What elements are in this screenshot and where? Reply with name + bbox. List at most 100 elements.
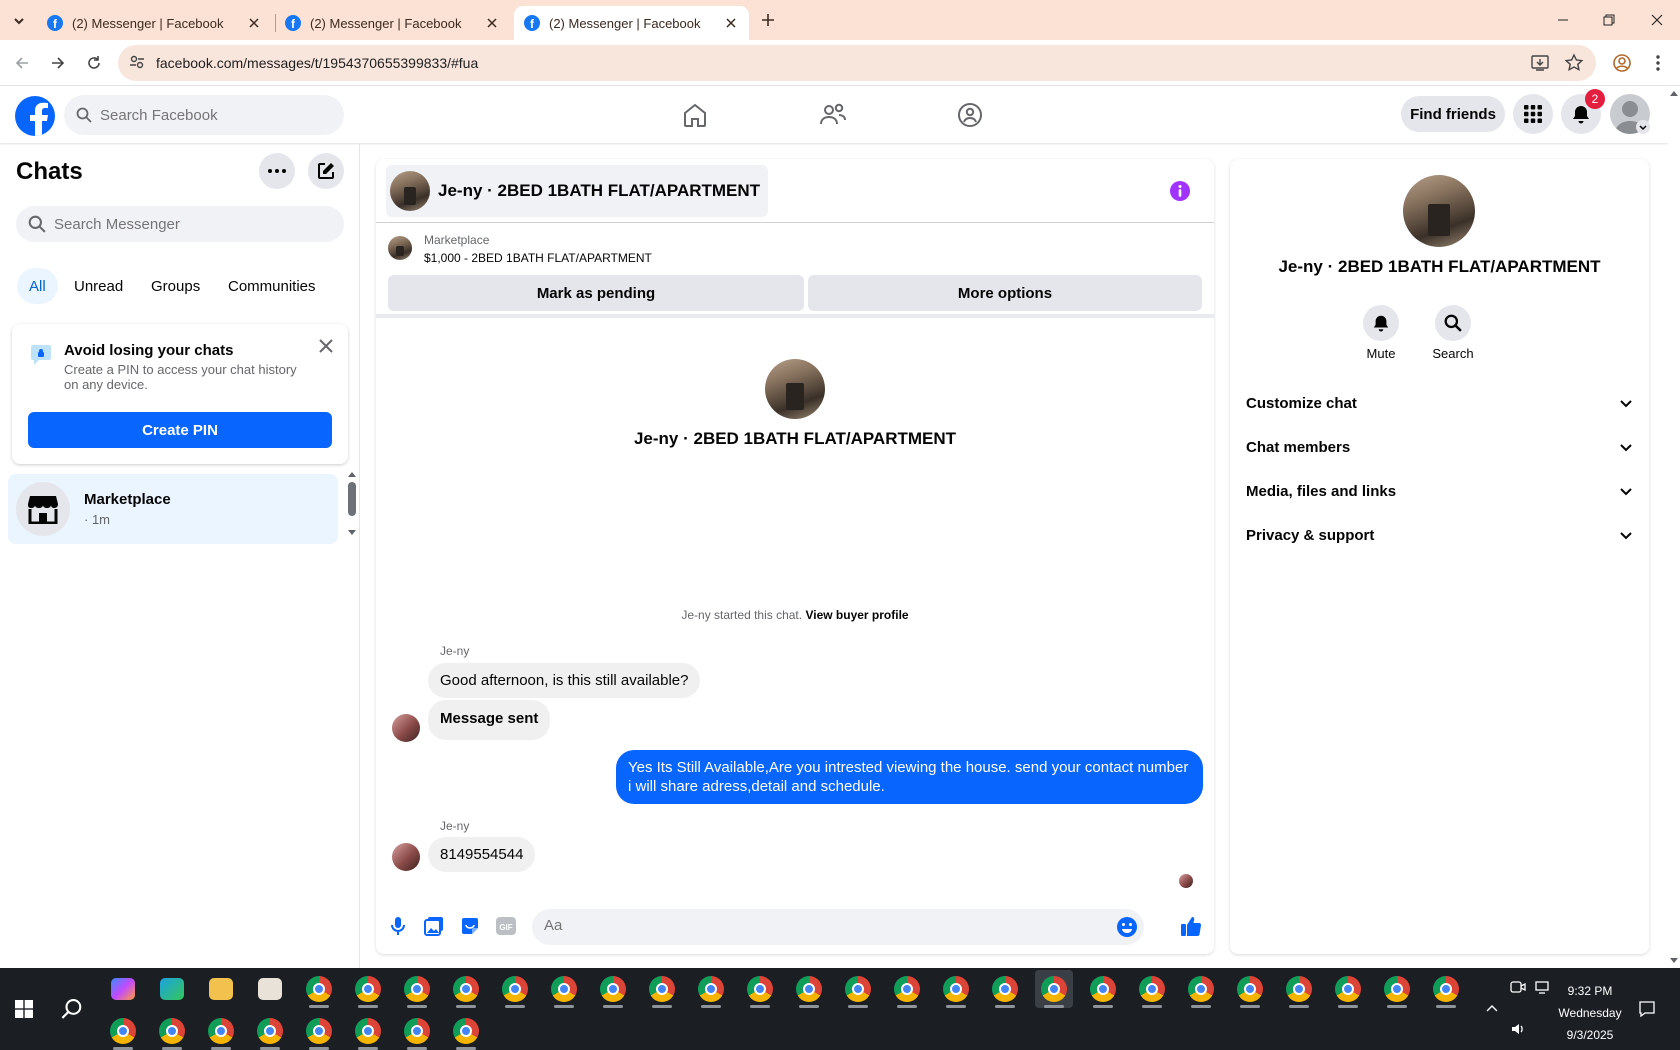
message-input-box[interactable] xyxy=(532,909,1144,945)
taskbar-chrome-window-button[interactable] xyxy=(153,1012,191,1050)
mute-button[interactable] xyxy=(1363,305,1399,341)
forward-button[interactable] xyxy=(46,51,70,75)
send-like-button[interactable] xyxy=(1179,914,1203,938)
taskbar-chrome-window-button[interactable] xyxy=(1035,970,1073,1008)
tab-search-button[interactable] xyxy=(8,10,30,32)
voice-clip-button[interactable] xyxy=(386,914,410,938)
sidebar-scrollbar[interactable] xyxy=(346,468,358,538)
taskbar-chrome-window-button[interactable] xyxy=(545,970,583,1008)
taskbar-chrome-window-button[interactable] xyxy=(104,1012,142,1050)
section-privacy-support[interactable]: Privacy & support xyxy=(1246,513,1633,557)
taskbar-chrome-window-button[interactable] xyxy=(300,970,338,1008)
conversation-marketplace[interactable]: Marketplace · 1m xyxy=(8,474,338,544)
taskbar-copilot-button[interactable] xyxy=(104,970,142,1008)
message-bubble-received[interactable]: Good afternoon, is this still available? xyxy=(428,663,701,698)
nav-groups[interactable] xyxy=(955,100,985,130)
close-tab-icon[interactable] xyxy=(246,15,262,31)
back-button[interactable] xyxy=(10,51,34,75)
message-input[interactable] xyxy=(544,917,1104,934)
chat-header-profile[interactable]: Je-ny · 2BED 1BATH FLAT/APARTMENT xyxy=(386,165,769,217)
search-action[interactable]: Search xyxy=(1423,305,1483,361)
sticker-button[interactable] xyxy=(458,914,482,938)
taskbar-chrome-window-button[interactable] xyxy=(398,970,436,1008)
taskbar-paint-app-button[interactable] xyxy=(251,970,289,1008)
mute-action[interactable]: Mute xyxy=(1351,305,1411,361)
close-tab-icon[interactable] xyxy=(723,15,739,31)
taskbar-chrome-window-button[interactable] xyxy=(643,970,681,1008)
search-in-conversation-button[interactable] xyxy=(1435,305,1471,341)
install-app-icon[interactable] xyxy=(1530,53,1550,73)
start-button[interactable] xyxy=(5,990,43,1028)
taskbar-chrome-window-button[interactable] xyxy=(1280,970,1318,1008)
taskbar-chrome-window-button[interactable] xyxy=(1329,970,1367,1008)
taskbar-chrome-window-button[interactable] xyxy=(937,970,975,1008)
taskbar-chrome-window-button[interactable] xyxy=(1427,970,1465,1008)
filter-communities[interactable]: Communities xyxy=(216,268,328,304)
browser-menu-button[interactable] xyxy=(1646,51,1670,75)
taskbar-chrome-window-button[interactable] xyxy=(692,970,730,1008)
notification-center-button[interactable] xyxy=(1628,990,1666,1028)
filter-groups[interactable]: Groups xyxy=(139,268,212,304)
emoji-button[interactable] xyxy=(1116,916,1138,938)
address-bar[interactable]: facebook.com/messages/t/1954370655399833… xyxy=(118,45,1596,81)
message-bubble-received[interactable]: Message sent xyxy=(428,700,551,740)
taskbar-clock[interactable]: 9:32 PM Wednesday 9/3/2025 xyxy=(1538,980,1642,1046)
new-message-button[interactable] xyxy=(308,153,344,189)
minimize-button[interactable] xyxy=(1540,0,1586,40)
chat-options-button[interactable] xyxy=(259,153,295,189)
facebook-search-input[interactable] xyxy=(100,106,320,124)
taskbar-chrome-window-button[interactable] xyxy=(594,970,632,1008)
taskbar-chrome-window-button[interactable] xyxy=(251,1012,289,1050)
page-scrollbar[interactable] xyxy=(1668,86,1680,968)
facebook-search-box[interactable] xyxy=(64,95,344,135)
taskbar-chrome-window-button[interactable] xyxy=(1133,970,1171,1008)
volume-icon[interactable] xyxy=(1499,1010,1537,1048)
taskbar-chrome-window-button[interactable] xyxy=(839,970,877,1008)
create-pin-button[interactable]: Create PIN xyxy=(28,412,332,448)
section-media-files-links[interactable]: Media, files and links xyxy=(1246,469,1633,513)
taskbar-search-button[interactable] xyxy=(53,990,91,1028)
reload-button[interactable] xyxy=(82,51,106,75)
taskbar-chrome-window-button[interactable] xyxy=(790,970,828,1008)
taskbar-chrome-window-button[interactable] xyxy=(1084,970,1122,1008)
taskbar-chrome-window-button[interactable] xyxy=(1231,970,1269,1008)
taskbar-chrome-window-button[interactable] xyxy=(300,1012,338,1050)
taskbar-edge-button[interactable] xyxy=(153,970,191,1008)
taskbar-chrome-window-button[interactable] xyxy=(1378,970,1416,1008)
listing-title[interactable]: $1,000 - 2BED 1BATH FLAT/APARTMENT xyxy=(424,251,652,265)
taskbar-chrome-window-button[interactable] xyxy=(496,970,534,1008)
section-customize-chat[interactable]: Customize chat xyxy=(1246,381,1633,425)
close-window-button[interactable] xyxy=(1634,0,1680,40)
listing-thumbnail[interactable] xyxy=(388,236,412,260)
restore-button[interactable] xyxy=(1586,0,1632,40)
profile-button[interactable] xyxy=(1610,51,1634,75)
taskbar-chrome-window-button[interactable] xyxy=(447,1012,485,1050)
menu-button[interactable] xyxy=(1513,94,1553,134)
facebook-logo[interactable] xyxy=(15,96,55,136)
section-chat-members[interactable]: Chat members xyxy=(1246,425,1633,469)
attach-media-button[interactable] xyxy=(422,914,446,938)
messenger-search-input[interactable] xyxy=(54,215,314,233)
more-options-button[interactable]: More options xyxy=(808,275,1202,311)
account-chevron-icon[interactable] xyxy=(1636,120,1650,134)
sender-avatar[interactable] xyxy=(392,714,420,742)
dismiss-pin-card-button[interactable] xyxy=(316,336,336,356)
browser-tab-1[interactable]: f (2) Messenger | Facebook xyxy=(37,6,272,40)
messenger-search-box[interactable] xyxy=(16,206,344,242)
find-friends-button[interactable]: Find friends xyxy=(1401,96,1505,132)
taskbar-chrome-window-button[interactable] xyxy=(986,970,1024,1008)
mark-as-pending-button[interactable]: Mark as pending xyxy=(388,275,804,311)
nav-home[interactable] xyxy=(680,100,710,130)
message-bubble-sent[interactable]: Yes Its Still Available,Are you intreste… xyxy=(616,750,1203,804)
nav-friends[interactable] xyxy=(818,100,848,130)
taskbar-chrome-window-button[interactable] xyxy=(349,1012,387,1050)
taskbar-chrome-window-button[interactable] xyxy=(349,970,387,1008)
browser-tab-3-active[interactable]: f (2) Messenger | Facebook xyxy=(514,6,749,40)
filter-unread[interactable]: Unread xyxy=(62,268,135,304)
view-buyer-profile-link[interactable]: View buyer profile xyxy=(805,608,908,622)
close-tab-icon[interactable] xyxy=(484,15,500,31)
taskbar-chrome-window-button[interactable] xyxy=(398,1012,436,1050)
site-info-icon[interactable] xyxy=(128,53,146,71)
message-bubble-received[interactable]: 8149554544 xyxy=(428,837,536,872)
bookmark-star-icon[interactable] xyxy=(1564,53,1584,73)
